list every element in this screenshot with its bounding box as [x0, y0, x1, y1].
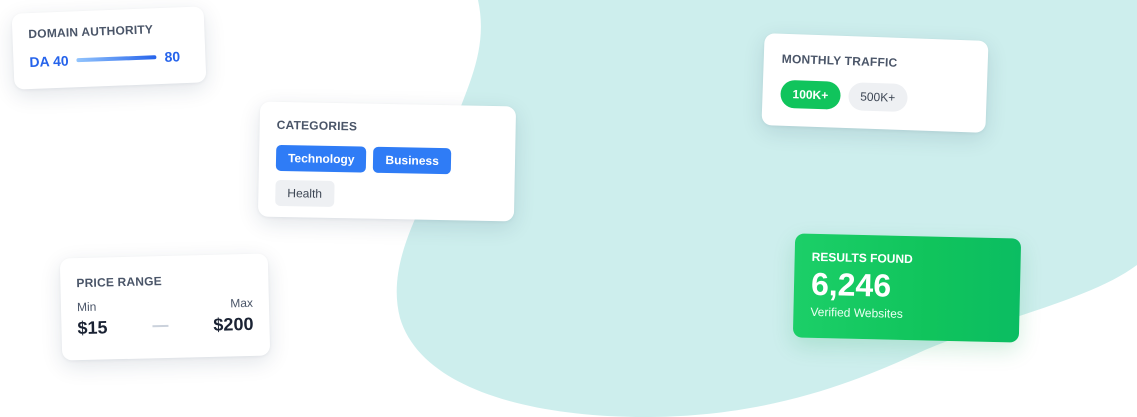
domain-authority-card[interactable]: DOMAIN AUTHORITY DA 40 80 — [11, 6, 207, 90]
da-max-value: 80 — [164, 48, 181, 65]
price-range-separator — [152, 324, 169, 328]
price-range-card: PRICE RANGE Min $15 Max $200 — [59, 253, 271, 361]
results-count: 6,246 — [810, 265, 892, 304]
domain-authority-label: DOMAIN AUTHORITY — [28, 22, 154, 42]
results-label: RESULTS FOUND — [811, 249, 913, 267]
da-range-slider[interactable] — [76, 55, 157, 63]
categories-label: CATEGORIES — [276, 117, 358, 134]
price-range-row: Min $15 Max $200 — [77, 296, 254, 339]
domain-authority-range[interactable]: DA 40 80 — [29, 48, 189, 70]
traffic-option-100k[interactable]: 100K+ — [780, 79, 841, 110]
traffic-option-500k[interactable]: 500K+ — [847, 82, 908, 113]
price-max[interactable]: Max $200 — [213, 296, 254, 336]
monthly-traffic-label: MONTHLY TRAFFIC — [781, 51, 898, 70]
hero-illustration: DOMAIN AUTHORITY DA 40 80 CATEGORIES Tec… — [0, 0, 1137, 417]
traffic-options: 100K+ 500K+ — [780, 79, 969, 115]
price-range-label: PRICE RANGE — [76, 274, 163, 291]
price-min-value: $15 — [77, 317, 108, 339]
category-tags: Technology Business Health — [275, 144, 476, 210]
price-min-label: Min — [76, 299, 97, 315]
categories-card: CATEGORIES Technology Business Health — [257, 101, 517, 222]
category-tag-business[interactable]: Business — [373, 146, 452, 175]
category-tag-health[interactable]: Health — [275, 179, 335, 207]
results-subtitle: Verified Websites — [810, 304, 904, 321]
price-max-label: Max — [230, 295, 254, 311]
monthly-traffic-card: MONTHLY TRAFFIC 100K+ 500K+ — [761, 33, 989, 133]
price-max-value: $200 — [213, 313, 254, 335]
results-card: RESULTS FOUND 6,246 Verified Websites — [792, 233, 1022, 343]
price-min[interactable]: Min $15 — [77, 299, 108, 339]
da-min-value: DA 40 — [29, 52, 69, 71]
category-tag-technology[interactable]: Technology — [275, 144, 367, 173]
